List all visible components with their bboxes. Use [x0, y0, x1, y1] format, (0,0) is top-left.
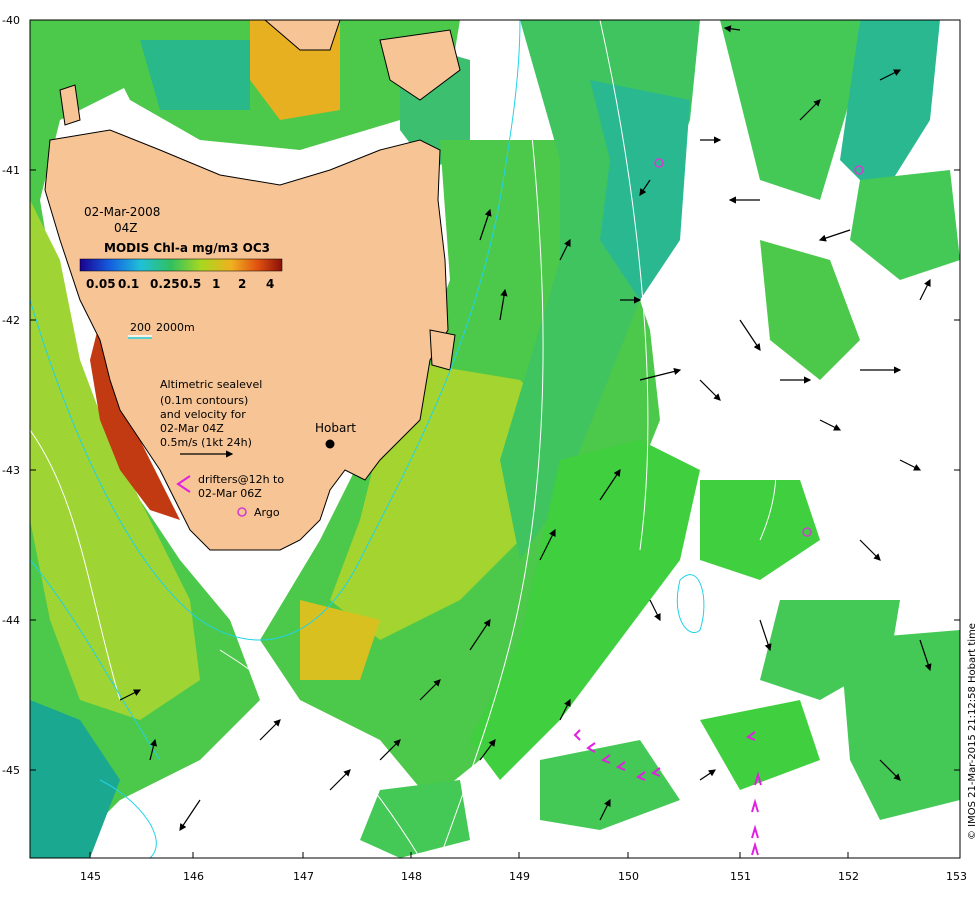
date-label: 02-Mar-2008 — [84, 205, 160, 219]
credit-text: © IMOS 21-Mar-2015 21:12:58 Hobart time — [967, 623, 978, 840]
lat-tick-label: -44 — [2, 614, 20, 627]
lon-tick-label: 150 — [618, 870, 639, 883]
colorbar-title: MODIS Chl-a mg/m3 OC3 — [104, 241, 270, 255]
lon-tick-label: 149 — [509, 870, 530, 883]
lon-tick-label: 148 — [401, 870, 422, 883]
lon-tick-label: 145 — [80, 870, 101, 883]
colorbar-tick: 0.5 — [180, 277, 201, 291]
colorbar-tick: 4 — [266, 277, 274, 291]
colorbar-tick: 0.05 — [86, 277, 116, 291]
lon-tick-label: 146 — [183, 870, 204, 883]
colorbar-tick: 0.25 — [150, 277, 180, 291]
lon-tick-label: 147 — [293, 870, 314, 883]
isobath-legend-2000: 2000m — [156, 321, 195, 334]
sealevel-text: 0.5m/s (1kt 24h) — [160, 436, 252, 449]
city-label-hobart: Hobart — [315, 421, 356, 435]
drifter-legend-text: drifters@12h to — [198, 473, 284, 486]
argo-legend-text: Argo — [254, 506, 280, 519]
isobath-legend-200: 200 — [130, 321, 151, 334]
lat-tick-label: -40 — [2, 14, 20, 27]
lat-tick-label: -42 — [2, 314, 20, 327]
colorbar-tick: 0.1 — [118, 277, 139, 291]
lat-tick-label: -45 — [2, 764, 20, 777]
time-label: 04Z — [114, 221, 138, 235]
sealevel-text: 02-Mar 04Z — [160, 422, 224, 435]
sealevel-text: Altimetric sealevel — [160, 378, 262, 391]
lon-tick-label: 152 — [838, 870, 859, 883]
lat-tick-labels: -40 -41 -42 -43 -44 -45 — [2, 14, 20, 777]
lon-tick-labels: 145 146 147 148 149 150 151 152 153 — [80, 870, 967, 883]
lon-tick-label: 153 — [946, 870, 967, 883]
colorbar — [79, 258, 283, 272]
lat-tick-label: -41 — [2, 164, 20, 177]
hobart-marker — [325, 439, 335, 449]
drifter-legend-text: 02-Mar 06Z — [198, 487, 262, 500]
colorbar-tick: 1 — [212, 277, 220, 291]
colorbar-tick: 2 — [238, 277, 246, 291]
lat-tick-label: -43 — [2, 464, 20, 477]
lon-tick-label: 151 — [730, 870, 751, 883]
sealevel-text: (0.1m contours) — [160, 394, 248, 407]
chlorophyll-map: -40 -41 -42 -43 -44 -45 145 146 147 148 … — [2, 14, 978, 883]
colorbar-ticks: 0.05 0.1 0.25 0.5 1 2 4 — [86, 277, 274, 291]
sealevel-text: and velocity for — [160, 408, 246, 421]
